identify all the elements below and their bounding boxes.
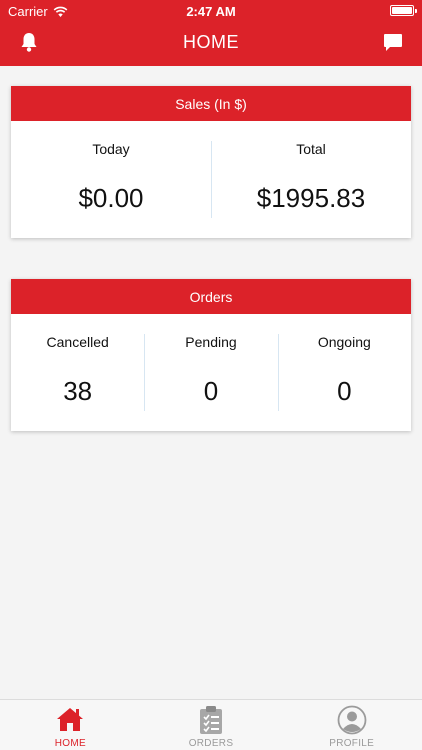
orders-cancelled-label: Cancelled [46, 334, 109, 350]
orders-ongoing-label: Ongoing [317, 334, 371, 350]
sales-today-value: $0.00 [78, 183, 144, 213]
tab-profile[interactable]: PROFILE [281, 700, 422, 750]
orders-ongoing[interactable]: Ongoing 0 [277, 314, 411, 431]
orders-cancelled-value: 38 [63, 376, 93, 406]
sales-total-label: Total [296, 141, 326, 157]
orders-ongoing-value: 0 [337, 376, 352, 406]
battery-icon [390, 5, 417, 16]
orders-card-title: Orders [11, 279, 411, 314]
tab-orders[interactable]: ORDERS [141, 700, 282, 750]
sales-card: Sales (In $) Today $0.00 Total $1995.83 [11, 86, 411, 238]
chat-icon[interactable] [382, 31, 404, 53]
orders-pending-value: 0 [203, 376, 219, 406]
tab-bar: HOME ORDERS PROFILE [0, 699, 422, 750]
status-time: 2:47 AM [186, 4, 236, 19]
sales-today-label: Today [92, 141, 130, 157]
orders-pending-label: Pending [185, 334, 237, 350]
orders-pending[interactable]: Pending 0 [144, 314, 277, 431]
status-bar: Carrier 2:47 AM [0, 0, 422, 22]
orders-cancelled[interactable]: Cancelled 38 [11, 314, 144, 431]
orders-card: Orders Cancelled 38 Pending 0 Ongoing 0 [11, 279, 411, 431]
clipboard-icon [200, 706, 222, 734]
user-icon [337, 705, 367, 735]
sales-card-title: Sales (In $) [11, 86, 411, 121]
sales-total: Total $1995.83 [211, 121, 411, 238]
tab-profile-label: PROFILE [329, 738, 375, 749]
sales-total-value: $1995.83 [256, 183, 366, 213]
tab-home-label: HOME [54, 738, 86, 749]
page-title: HOME [183, 32, 239, 52]
tab-home[interactable]: HOME [0, 700, 141, 750]
home-icon [57, 708, 84, 731]
tab-orders-label: ORDERS [188, 738, 234, 749]
app-header: Carrier 2:47 AM HOME [0, 0, 422, 66]
sales-today: Today $0.00 [11, 121, 211, 238]
